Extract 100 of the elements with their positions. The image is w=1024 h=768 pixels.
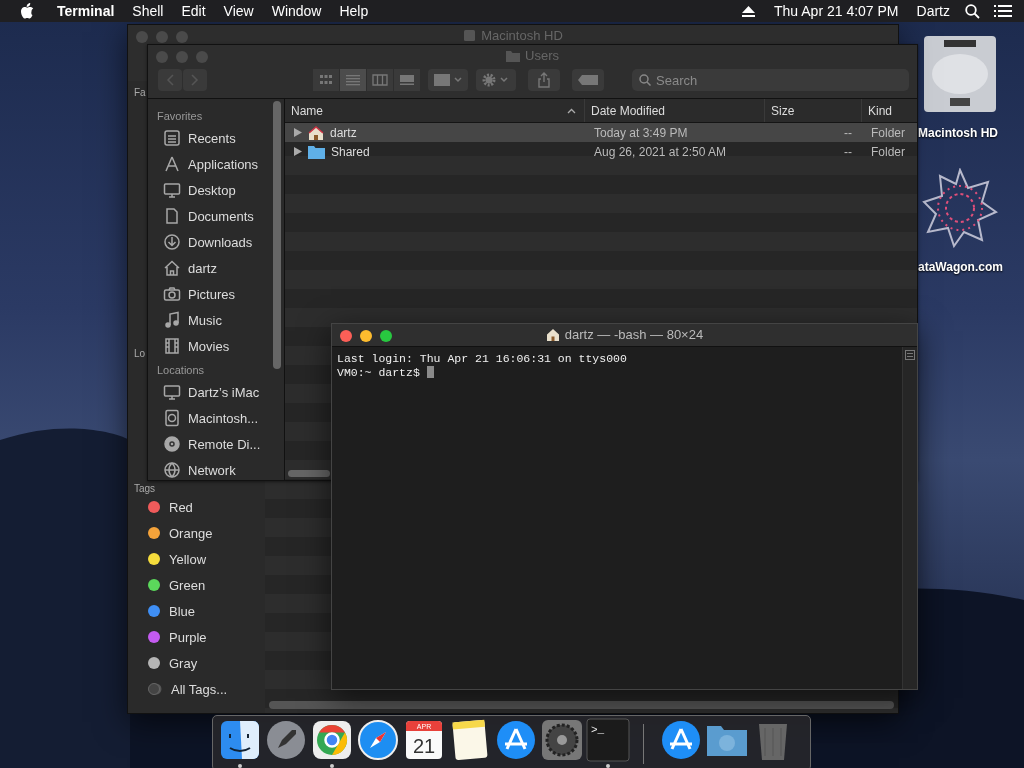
- document-icon: [163, 207, 181, 225]
- menu-item[interactable]: Edit: [172, 3, 215, 19]
- desktop-icon-label[interactable]: ataWagon.com: [918, 260, 1003, 274]
- table-cell-text: Folder: [870, 144, 906, 159]
- app-store-icon[interactable]: [659, 718, 703, 762]
- table-cell-text: Aug 26, 2021 at 2:50 AM: [593, 144, 728, 159]
- view-button[interactable]: [394, 69, 420, 91]
- menu-app-name[interactable]: Terminal: [48, 3, 124, 19]
- column-header[interactable]: Date Modified: [585, 99, 765, 122]
- menu-item[interactable]: Shell: [123, 3, 173, 19]
- home-folder-icon: [308, 125, 324, 140]
- grid-dropdown-icon: [434, 74, 462, 86]
- sidebar-item[interactable]: Dartz’s iMac: [148, 379, 284, 405]
- columns-icon: [372, 74, 388, 86]
- app-store-icon[interactable]: [494, 718, 538, 762]
- drive-icon: [463, 29, 477, 42]
- disclosure-triangle-icon[interactable]: [294, 147, 302, 156]
- split-view-icon[interactable]: [905, 350, 915, 360]
- gear-icon[interactable]: [540, 718, 584, 762]
- sidebar-item[interactable]: Downloads: [148, 229, 284, 255]
- recents-icon: [163, 129, 181, 147]
- close-button[interactable]: [340, 330, 352, 342]
- sidebar-item[interactable]: dartz: [148, 255, 284, 281]
- sidebar-item[interactable]: Purple: [128, 624, 265, 650]
- menu-icon[interactable]: [994, 4, 1012, 18]
- sidebar-heading: Locations: [156, 363, 206, 378]
- home-icon: [163, 259, 181, 277]
- view-button[interactable]: [313, 69, 339, 91]
- star-pattern-logo-icon[interactable]: [922, 168, 998, 248]
- tags-icon: [148, 683, 162, 695]
- group-button[interactable]: [428, 69, 468, 91]
- share-button[interactable]: [528, 69, 560, 91]
- minimize-button[interactable]: [360, 330, 372, 342]
- scroll-bar[interactable]: [288, 470, 330, 477]
- file-name: Shared: [331, 144, 370, 159]
- window-title: Users: [506, 48, 559, 63]
- download-icon: [163, 233, 181, 251]
- sidebar-item[interactable]: All Tags...: [128, 676, 265, 702]
- gear-dropdown-icon: [482, 73, 510, 87]
- file-name: dartz: [330, 125, 357, 140]
- tag-button[interactable]: [572, 69, 604, 91]
- terminal-icon[interactable]: >_: [586, 718, 630, 762]
- sidebar-item[interactable]: Orange: [128, 520, 265, 546]
- sidebar-item[interactable]: Blue: [128, 598, 265, 624]
- sidebar-item[interactable]: Green: [128, 572, 265, 598]
- compass-icon[interactable]: [356, 718, 400, 762]
- desktop-icon-label[interactable]: Macintosh HD: [918, 126, 998, 140]
- disclosure-triangle-icon[interactable]: [294, 128, 302, 137]
- sidebar-item[interactable]: Yellow: [128, 546, 265, 572]
- sidebar-item[interactable]: Movies: [148, 333, 284, 359]
- tag-icon: [578, 75, 598, 85]
- sidebar-item[interactable]: Music: [148, 307, 284, 333]
- view-button[interactable]: [340, 69, 366, 91]
- menu-item[interactable]: Help: [330, 3, 378, 19]
- view-button[interactable]: [367, 69, 393, 91]
- sidebar-item[interactable]: Documents: [148, 203, 284, 229]
- drive-icon: [163, 409, 181, 427]
- column-header[interactable]: Kind: [862, 99, 916, 122]
- applications-icon: [163, 155, 181, 173]
- scroll-bar[interactable]: [269, 701, 894, 709]
- gallery-icon: [399, 74, 415, 86]
- file-row[interactable]: dartz Today at 3:49 PM -- Folder: [285, 123, 917, 142]
- file-row[interactable]: Shared Aug 26, 2021 at 2:50 AM -- Folder: [285, 142, 917, 161]
- column-header[interactable]: Name: [285, 99, 585, 122]
- user-name[interactable]: Dartz: [907, 3, 959, 19]
- sidebar-item[interactable]: Gray: [128, 650, 265, 676]
- sidebar-item[interactable]: Recents: [148, 125, 284, 151]
- scroll-bar[interactable]: [273, 101, 281, 369]
- chevron-right-icon: [191, 74, 199, 86]
- home-icon: [545, 328, 560, 341]
- sidebar-item[interactable]: Red: [128, 494, 265, 520]
- menu-item[interactable]: Window: [262, 3, 331, 19]
- eject-icon[interactable]: [742, 5, 755, 17]
- terminal-line: VM0:~ dartz$: [337, 365, 421, 379]
- sidebar-heading: Tags: [133, 483, 157, 494]
- sidebar-item[interactable]: Pictures: [148, 281, 284, 307]
- table-cell-text: --: [843, 125, 853, 140]
- sidebar-heading: Lo: [133, 348, 147, 359]
- sidebar-item[interactable]: Network: [148, 457, 284, 480]
- sidebar-item[interactable]: Remote Di...: [148, 431, 284, 457]
- clock[interactable]: Thu Apr 21 4:07 PM: [765, 3, 908, 19]
- finder-face-icon[interactable]: [218, 718, 262, 762]
- menu-item[interactable]: View: [214, 3, 263, 19]
- search-field[interactable]: Search: [632, 69, 909, 91]
- sidebar-item[interactable]: Applications: [148, 151, 284, 177]
- grid-icon: [318, 74, 334, 86]
- camera-icon: [163, 285, 181, 303]
- sidebar-item[interactable]: Desktop: [148, 177, 284, 203]
- zoom-button[interactable]: [380, 330, 392, 342]
- table-cell-text: Today at 3:49 PM: [593, 125, 689, 140]
- column-header[interactable]: Size: [765, 99, 862, 122]
- music-note-icon: [163, 311, 181, 329]
- table-cell-text: Folder: [870, 125, 906, 140]
- apple-logo-icon[interactable]: [20, 3, 34, 19]
- hard-drive-icon[interactable]: [922, 34, 998, 114]
- action-button[interactable]: [476, 69, 516, 91]
- search-icon[interactable]: [965, 3, 980, 19]
- sidebar-item[interactable]: Macintosh...: [148, 405, 284, 431]
- sidebar-heading: Fa: [133, 87, 147, 98]
- text-cursor: [426, 366, 434, 378]
